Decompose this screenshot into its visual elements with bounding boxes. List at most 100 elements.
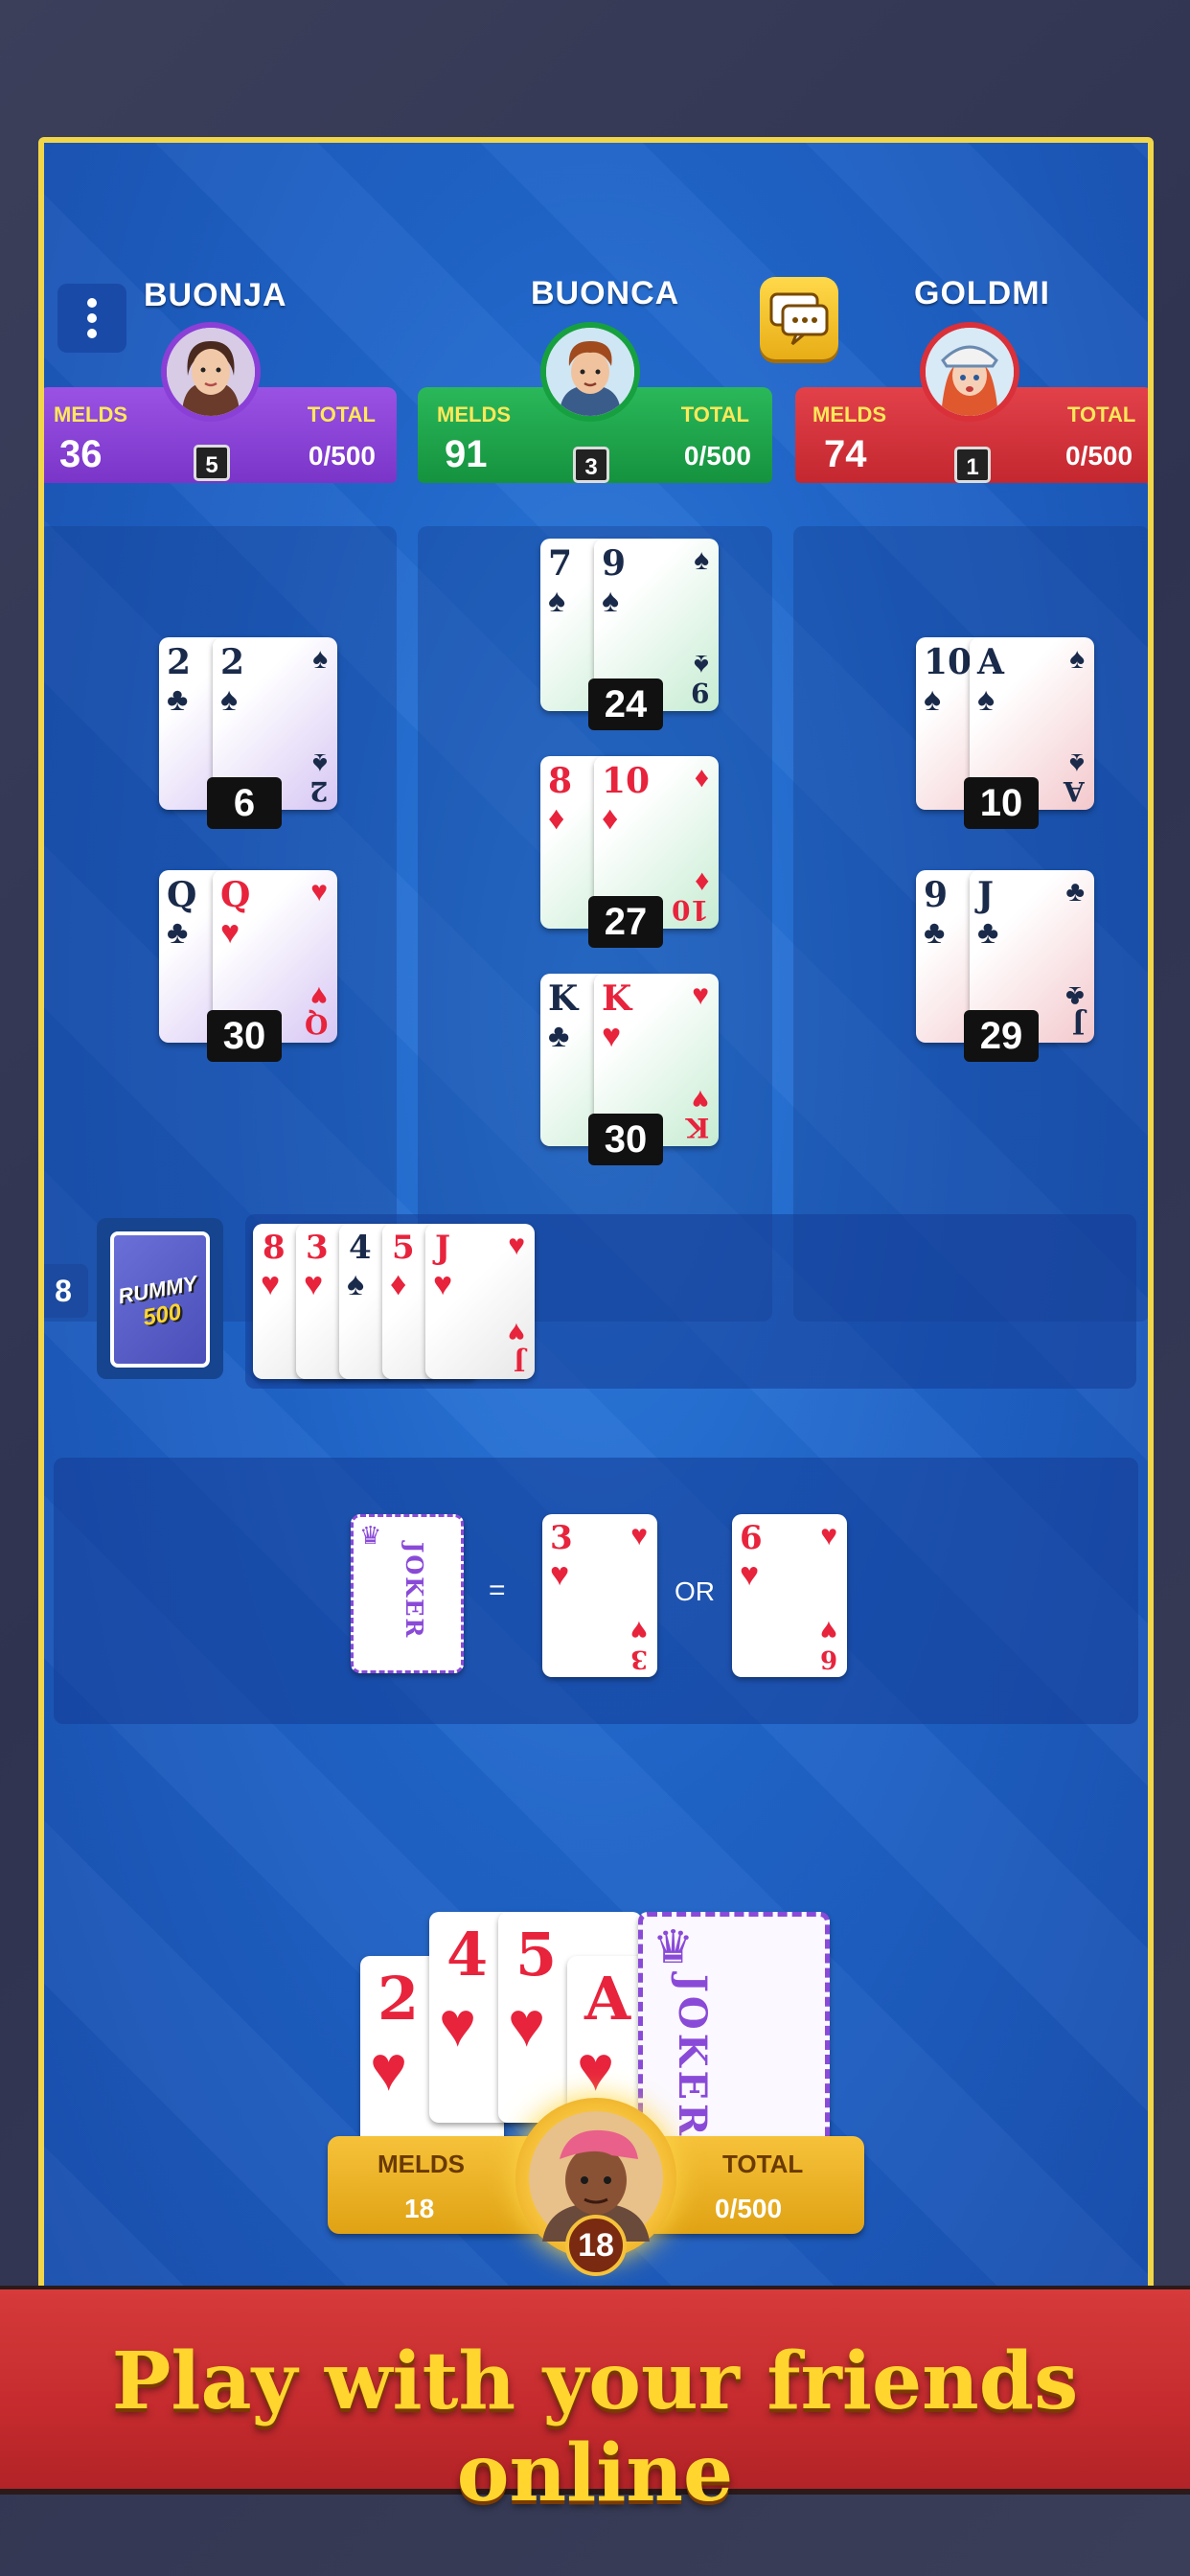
card-suit: ♥ [370,2033,408,2104]
card-rank: 8 [263,1229,286,1267]
card-corner-suit: ♠ [312,643,328,675]
card-corner-suit: ♠ [1069,643,1085,675]
card-rank-bottom: 2 [309,775,328,807]
my-cards-count: 18 [578,2227,614,2264]
card-rank: 10 [602,761,651,801]
discard-card[interactable]: J ♥ ♥ ♥ J [425,1224,535,1379]
card-rank: 4 [349,1229,372,1267]
meld-score: 30 [588,1114,663,1165]
card-corner-suit-bottom: ♥ [630,1615,648,1646]
my-melds-label: MELDS [378,2150,465,2178]
jester-hat-icon: ♛ [359,1521,382,1550]
card-suit: ♦ [602,800,619,837]
avatar-left[interactable] [161,322,261,422]
hand-joker-text: JOKER [670,1974,715,2140]
card-suit: ♠ [347,1266,365,1302]
card-corner-suit-bottom: ♦ [694,866,709,898]
card-corner-suit-bottom: ♥ [508,1317,525,1348]
avatar-right[interactable] [920,322,1019,422]
draw-pile[interactable]: RUMMY 500 [97,1218,223,1379]
card-corner-suit: ♣ [1065,876,1085,908]
card-corner-suit-bottom: ♣ [1065,980,1085,1012]
deck-card-back[interactable]: RUMMY 500 [110,1231,210,1368]
card-corner-suit: ♥ [820,1520,837,1552]
card-corner-suit: ♥ [508,1230,525,1261]
melds-value-right: 74 [824,433,867,475]
card-rank: K [548,978,579,1019]
card-suit: ♠ [602,583,620,619]
banner-text: Play with your friends online [111,2335,1079,2519]
melds-value-left: 36 [59,433,103,475]
card-corner-suit: ♠ [694,544,709,576]
hint-option-card: 6 ♥ ♥ ♥ 6 [732,1514,847,1677]
card-rank: 3 [306,1229,329,1267]
card-suit: ♠ [924,681,942,718]
card-rank: 10 [924,642,973,682]
card-suit: ♥ [602,1018,622,1054]
card-rank-bottom: 9 [690,677,709,708]
menu-button[interactable] [57,284,126,353]
card-corner-suit-bottom: ♥ [692,1084,709,1116]
card-rank: 9 [924,875,949,915]
card-corner-suit-bottom: ♥ [310,980,328,1012]
card-rank: 2 [220,642,245,682]
player-name-right: GOLDMI [914,275,1050,311]
card-rank-bottom: 3 [629,1644,648,1673]
card-rank: Q [220,875,251,915]
card-suit: ♣ [924,914,946,951]
card-corner-suit: ♥ [692,979,709,1011]
total-label-right: TOTAL [1067,402,1136,426]
melds-label-left: MELDS [54,402,127,426]
melds-value-center: 91 [445,433,488,475]
avatar-center[interactable] [540,322,640,422]
card-rank: 4 [446,1920,489,1990]
card-rank: 6 [740,1519,763,1557]
card-suit: ♥ [740,1556,760,1593]
player-name-left: BUONJA [144,277,287,313]
card-rank: A [584,1964,631,2034]
card-rank: 5 [515,1920,558,1990]
card-suit: ♣ [977,914,999,951]
cards-count-right: 1 [954,447,991,483]
card-rank: 2 [378,1964,420,2034]
card-corner-suit: ♥ [630,1520,648,1552]
card-rank: J [435,1229,451,1267]
card-rank-bottom: Q [304,1008,328,1040]
card-rank: 3 [550,1519,573,1557]
cards-count-left: 5 [194,445,230,481]
card-rank-bottom: 10 [672,894,709,926]
card-rank: Q [167,875,197,915]
card-suit: ♥ [439,1989,477,2059]
total-label-left: TOTAL [307,402,376,426]
card-rank-bottom: 6 [819,1644,837,1673]
game-board: BUONJA MELDS TOTAL 36 5 0/500 BUONCA MEL… [38,137,1154,2314]
card-suit: ♣ [548,1018,570,1054]
card-rank: 2 [167,642,192,682]
chat-button[interactable] [760,277,838,359]
total-value-left: 0/500 [308,441,376,471]
equals-sign: = [489,1575,506,1606]
deck-count-tag: 8 [44,1264,88,1318]
card-suit: ♠ [548,583,566,619]
card-corner-suit-bottom: ♠ [694,649,709,680]
card-rank: J [977,875,995,915]
melds-label-right: MELDS [812,402,886,426]
card-suit: ♣ [167,914,189,951]
melds-label-center: MELDS [437,402,511,426]
meld-score: 30 [207,1010,282,1062]
card-rank: K [602,978,632,1019]
card-rank-bottom: J [513,1346,525,1375]
card-suit: ♥ [508,1989,546,2059]
meld-score: 29 [964,1010,1039,1062]
card-rank: 7 [548,543,573,584]
joker-card: JOKER ♛ [351,1514,464,1673]
jester-hat-icon: ♛ [652,1922,695,1973]
card-suit: ♥ [433,1266,453,1302]
total-value-right: 0/500 [1065,441,1133,471]
my-total-value: 0/500 [715,2194,783,2223]
card-rank-bottom: K [685,1112,709,1143]
cards-count-center: 3 [573,447,609,483]
promo-banner: Play with your friends online [0,2286,1190,2519]
card-suit: ♦ [390,1266,407,1302]
my-melds-value: 18 [404,2194,435,2223]
